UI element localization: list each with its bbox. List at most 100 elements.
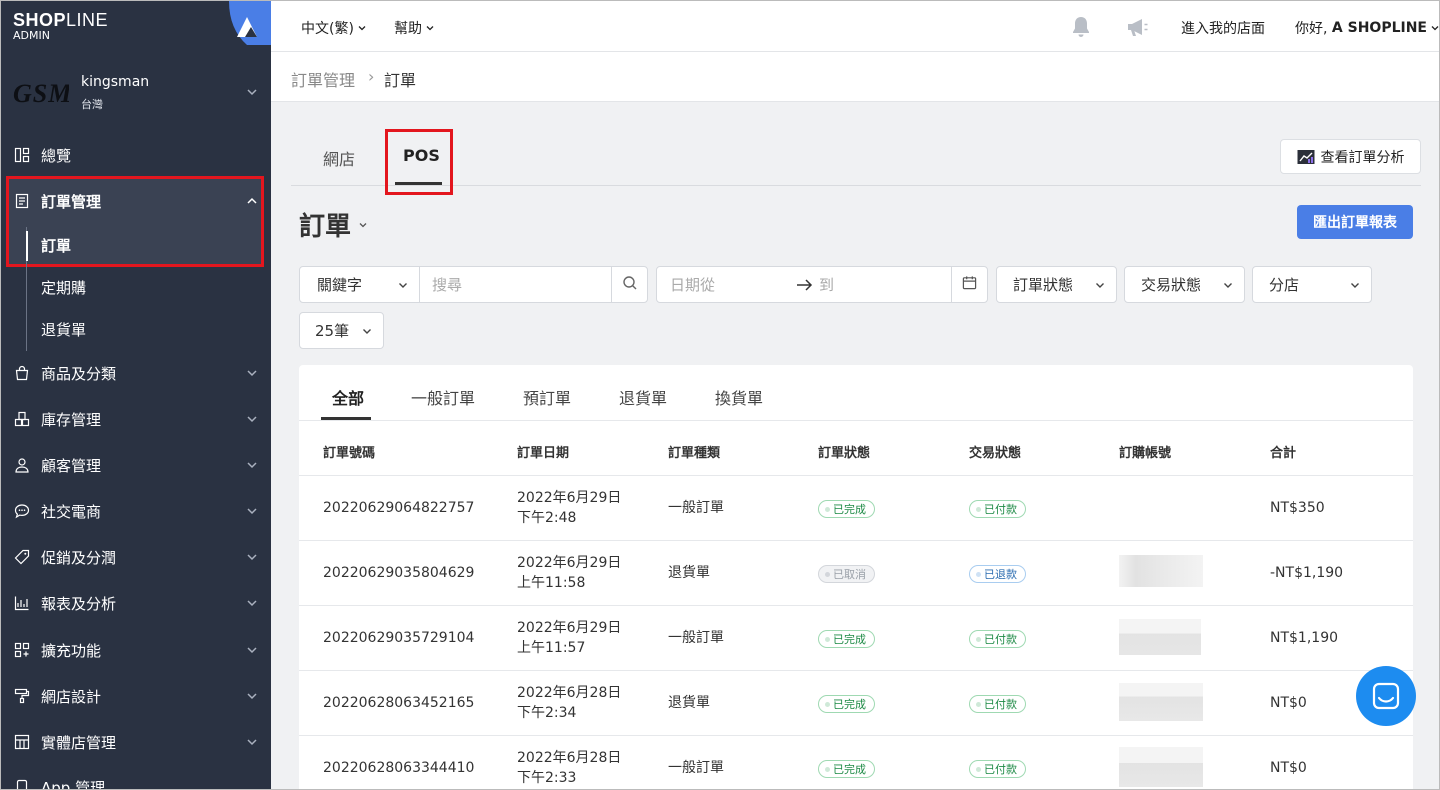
date-from-placeholder: 日期從 (670, 276, 716, 294)
order-date: 2022年6月28日 (517, 685, 622, 701)
chevron-down-icon (245, 596, 259, 610)
chevron-down-icon (1430, 23, 1439, 33)
tab-all[interactable]: 全部 (332, 385, 364, 409)
chevron-down-icon (245, 366, 259, 380)
order-status-filter[interactable]: 訂單狀態 (996, 266, 1117, 303)
calendar-icon (962, 275, 977, 294)
tab-regular-orders[interactable]: 一般訂單 (411, 385, 475, 409)
sidebar-item-label: 社交電商 (41, 502, 102, 521)
date-range-input[interactable]: 日期從 到 (656, 266, 953, 303)
tab-preorders[interactable]: 預訂單 (523, 385, 571, 409)
language-dropdown[interactable]: 中文(繁) (301, 18, 367, 38)
col-payment-status[interactable]: 交易狀態 (969, 442, 1021, 461)
help-label: 幫助 (394, 21, 422, 37)
blurred-account (1119, 683, 1203, 721)
sidebar-item-reports[interactable]: 報表及分析 (1, 583, 271, 623)
shop-region: 台灣 (81, 98, 103, 111)
sidebar-item-app[interactable]: App 管理 (1, 767, 271, 790)
keyword-select[interactable]: 關鍵字 (299, 266, 420, 303)
brand-logo[interactable]: SHOPLINE ADMIN (13, 11, 108, 42)
page-title[interactable]: 訂單 (299, 206, 369, 243)
search-placeholder: 搜尋 (432, 276, 463, 294)
tag-icon (14, 549, 30, 565)
language-label: 中文(繁) (301, 21, 354, 37)
sidebar-item-label: 網店設計 (41, 687, 102, 706)
sidebar-item-inventory[interactable]: 庫存管理 (1, 399, 271, 439)
shop-switcher[interactable]: GSM kingsman 台灣 (1, 65, 271, 117)
order-date: 2022年6月29日 (517, 620, 622, 636)
chevron-down-icon (1222, 279, 1234, 291)
col-order-date[interactable]: 訂單日期 (517, 442, 569, 461)
col-order-status[interactable]: 訂單狀態 (818, 442, 870, 461)
order-time: 下午2:48 (517, 510, 577, 526)
payment-status-filter[interactable]: 交易狀態 (1124, 266, 1245, 303)
order-doc-icon (14, 193, 30, 209)
sidebar-subitem-subscription[interactable]: 定期購 (41, 277, 86, 298)
payment-status-badge: 已退款 (969, 565, 1026, 583)
per-page-value: 25筆 (315, 322, 350, 340)
sidebar-item-overview[interactable]: 總覽 (1, 135, 271, 175)
divider (299, 605, 1413, 606)
col-total[interactable]: 合計 (1270, 442, 1296, 461)
sidebar-subitem-orders[interactable]: 訂單 (41, 235, 71, 256)
order-type: 一般訂單 (668, 760, 724, 776)
tab-divider (291, 185, 1421, 186)
sidebar-item-orders[interactable]: 訂單管理 (1, 181, 271, 221)
order-total: NT$0 (1270, 695, 1307, 711)
col-account[interactable]: 訂購帳號 (1119, 442, 1171, 461)
order-time: 下午2:34 (517, 705, 577, 721)
order-total: -NT$1,190 (1270, 565, 1344, 581)
tab-exchanges[interactable]: 換貨單 (715, 385, 763, 409)
per-page-select[interactable]: 25筆 (299, 312, 384, 349)
divider (299, 670, 1413, 671)
sidebar-item-retail-store[interactable]: 實體店管理 (1, 722, 271, 762)
order-number[interactable]: 20220629035804629 (323, 563, 474, 583)
breadcrumb-parent[interactable]: 訂單管理 (291, 67, 355, 91)
sidebar-item-customers[interactable]: 顧客管理 (1, 445, 271, 485)
payment-status-badge: 已付款 (969, 630, 1026, 648)
order-number[interactable]: 20220629064822757 (323, 498, 474, 518)
sidebar-item-products[interactable]: 商品及分類 (1, 353, 271, 393)
page-title-text: 訂單 (299, 212, 352, 242)
calendar-button[interactable] (951, 266, 988, 303)
col-order-number[interactable]: 訂單號碼 (323, 442, 375, 461)
shopline-corner-icon[interactable] (229, 1, 271, 45)
branch-filter[interactable]: 分店 (1252, 266, 1372, 303)
orders-table-card: 全部 一般訂單 預訂單 退貨單 換貨單 訂單號碼 訂單日期 訂單種類 訂單狀態 … (299, 365, 1413, 789)
view-order-analysis-button[interactable]: 查看訂單分析 (1280, 139, 1421, 174)
chevron-down-icon (361, 325, 373, 337)
main-content: 網店 POS 查看訂單分析 訂單 匯出訂單報表 關鍵字 搜尋 日期從 到 訂單狀… (271, 102, 1439, 789)
sidebar-item-social[interactable]: 社交電商 (1, 491, 271, 531)
help-dropdown[interactable]: 幫助 (394, 18, 435, 38)
sidebar-item-label: App 管理 (41, 778, 106, 790)
sidebar-subitem-returns[interactable]: 退貨單 (41, 319, 86, 340)
search-input[interactable]: 搜尋 (419, 266, 612, 303)
account-dropdown[interactable]: 你好, A SHOPLINE (1295, 18, 1439, 38)
brand-wordmark: SHOPLINE (13, 10, 109, 30)
order-type: 一般訂單 (668, 630, 724, 646)
visit-store-link[interactable]: 進入我的店面 (1181, 18, 1265, 38)
tab-returns[interactable]: 退貨單 (619, 385, 667, 409)
order-number[interactable]: 20220629035729104 (323, 628, 474, 648)
store-icon (14, 734, 30, 750)
megaphone-icon[interactable] (1125, 15, 1149, 39)
greeting-name: A SHOPLINE (1331, 20, 1427, 36)
order-number[interactable]: 20220628063344410 (323, 758, 474, 778)
sidebar-item-store-design[interactable]: 網店設計 (1, 676, 271, 716)
shop-logo: GSM (13, 79, 69, 108)
breadcrumb: 訂單管理 › 訂單 (271, 52, 1439, 102)
tab-online-store[interactable]: 網店 (323, 146, 355, 170)
search-button[interactable] (611, 266, 648, 303)
bell-icon[interactable] (1069, 15, 1093, 39)
chevron-down-icon (245, 85, 259, 99)
sidebar-item-promotions[interactable]: 促銷及分潤 (1, 537, 271, 577)
blurred-account (1119, 747, 1203, 787)
chat-launcher-button[interactable] (1356, 666, 1416, 726)
sidebar-item-label: 報表及分析 (41, 594, 117, 613)
col-order-type[interactable]: 訂單種類 (668, 442, 720, 461)
chevron-down-icon (245, 643, 259, 657)
order-number[interactable]: 20220628063452165 (323, 693, 474, 713)
chat-bubble-icon (14, 503, 30, 519)
sidebar-item-extensions[interactable]: 擴充功能 (1, 630, 271, 670)
export-order-report-button[interactable]: 匯出訂單報表 (1297, 205, 1413, 239)
